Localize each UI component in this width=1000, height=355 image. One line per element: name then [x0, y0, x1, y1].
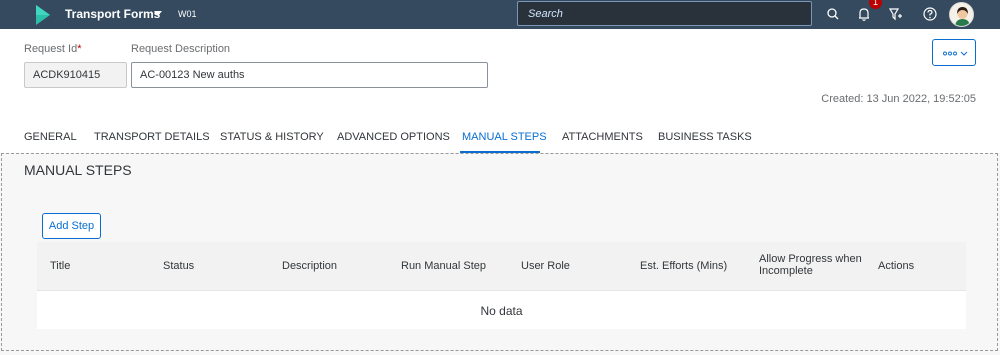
search-input[interactable]: Search: [517, 1, 812, 26]
add-step-button[interactable]: Add Step: [42, 213, 101, 239]
request-description-label: Request Description: [131, 43, 231, 55]
overflow-icon: [943, 51, 968, 56]
tab-transport-details[interactable]: TRANSPORT DETAILS: [94, 131, 210, 143]
tab-advanced-options[interactable]: ADVANCED OPTIONS: [337, 131, 450, 143]
column-header-actions[interactable]: Actions: [878, 260, 914, 272]
column-header-status[interactable]: Status: [163, 260, 194, 272]
notification-badge[interactable]: 1: [869, 0, 882, 9]
app-title[interactable]: Transport Forms: [65, 7, 160, 21]
tab-general[interactable]: GENERAL: [24, 131, 77, 143]
table-body: No data: [37, 291, 966, 329]
request-id-label: Request Id*: [24, 43, 82, 55]
tab-status-history[interactable]: STATUS & HISTORY: [220, 131, 324, 143]
shell-bar: Transport Forms W01 Search 1: [0, 0, 1000, 29]
user-avatar-icon: [950, 3, 973, 26]
tab-manual-steps[interactable]: MANUAL STEPS: [462, 131, 547, 143]
created-timestamp: Created: 13 Jun 2022, 19:52:05: [821, 93, 976, 105]
column-header-run-manual-step[interactable]: Run Manual Step: [401, 260, 486, 272]
chevron-down-icon[interactable]: [154, 11, 162, 16]
avatar[interactable]: [949, 2, 974, 27]
object-header: Request Id* ACDK910415 Request Descripti…: [0, 29, 1000, 154]
request-id-field[interactable]: ACDK910415: [24, 62, 127, 88]
column-header-title[interactable]: Title: [50, 260, 70, 272]
section-title: MANUAL STEPS: [24, 162, 132, 178]
required-marker: *: [77, 43, 82, 55]
search-placeholder: Search: [528, 8, 563, 20]
column-header-user-role[interactable]: User Role: [521, 260, 570, 272]
no-data-text: No data: [480, 304, 523, 318]
column-header-description[interactable]: Description: [282, 260, 337, 272]
app-subtitle: W01: [178, 9, 197, 19]
column-header-allow-progress[interactable]: Allow Progress when Incomplete: [759, 253, 869, 277]
column-header-est-efforts[interactable]: Est. Efforts (Mins): [640, 260, 727, 272]
table-header: Title Status Description Run Manual Step…: [37, 242, 966, 291]
filter-icon[interactable]: [887, 5, 905, 23]
tab-business-tasks[interactable]: BUSINESS TASKS: [658, 131, 752, 143]
request-description-field[interactable]: AC-00123 New auths: [131, 62, 488, 88]
tab-attachments[interactable]: ATTACHMENTS: [562, 131, 643, 143]
more-actions-button[interactable]: [932, 39, 976, 66]
manual-steps-section: MANUAL STEPS Add Step Title Status Descr…: [1, 153, 998, 351]
help-icon[interactable]: [921, 5, 939, 23]
bell-icon[interactable]: [855, 5, 873, 23]
search-icon[interactable]: [824, 5, 842, 23]
sap-logo-icon[interactable]: [36, 5, 50, 25]
